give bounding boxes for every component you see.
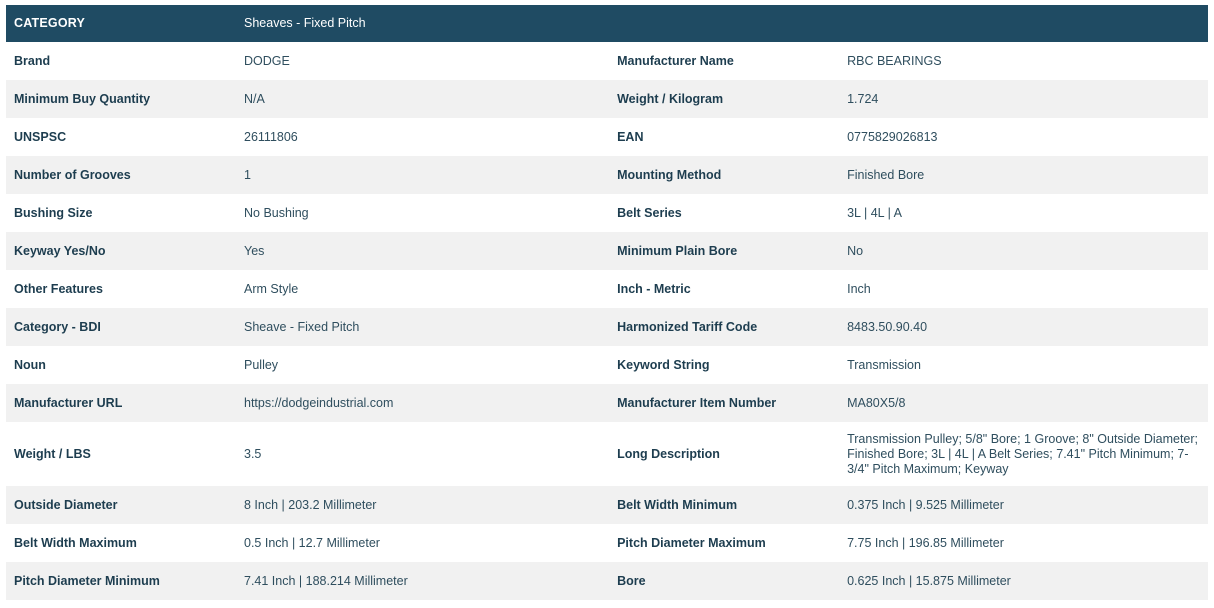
spec-label: Manufacturer Item Number (617, 395, 777, 410)
spec-label: EAN (617, 129, 644, 144)
spec-row: Belt Width Maximum 0.5 Inch | 12.7 Milli… (6, 524, 1208, 562)
spec-label: Belt Series (617, 205, 682, 220)
spec-row: Manufacturer URL https://dodgeindustrial… (6, 384, 1208, 422)
spec-label: Weight / LBS (14, 446, 91, 461)
spec-label: Long Description (617, 446, 720, 461)
spec-label: Keyword String (617, 357, 710, 372)
spec-label: Pitch Diameter Maximum (617, 535, 766, 550)
spec-label: Mounting Method (617, 167, 722, 182)
spec-row: Category - BDI Sheave - Fixed Pitch Harm… (6, 308, 1208, 346)
spec-value: 1.724 (847, 91, 879, 106)
spec-row: Other Features Arm Style Inch - Metric I… (6, 270, 1208, 308)
spec-value: Pulley (244, 357, 279, 372)
spec-label: Harmonized Tariff Code (617, 319, 758, 334)
spec-label: Belt Width Maximum (14, 535, 137, 550)
spec-label: Number of Grooves (14, 167, 131, 182)
spec-row: Outside Diameter 8 Inch | 203.2 Millimet… (6, 486, 1208, 524)
spec-value: 3.5 (244, 446, 262, 461)
spec-label: Bushing Size (14, 205, 93, 220)
spec-row: Bushing Size No Bushing Belt Series 3L |… (6, 194, 1208, 232)
spec-label: Category - BDI (14, 319, 101, 334)
spec-value: 26111806 (244, 129, 298, 144)
spec-row: Weight / LBS 3.5 Long Description Transm… (6, 422, 1208, 486)
spec-value: 0775829026813 (847, 129, 938, 144)
spec-label: Minimum Buy Quantity (14, 91, 151, 106)
spec-label: Pitch Diameter Minimum (14, 573, 160, 588)
spec-value: Arm Style (244, 281, 299, 296)
spec-value: 8 Inch | 203.2 Millimeter (244, 497, 377, 512)
spec-row: UNSPSC 26111806 EAN 0775829026813 (6, 118, 1208, 156)
spec-value: 7.41 Inch | 188.214 Millimeter (244, 573, 408, 588)
spec-label: Keyway Yes/No (14, 243, 106, 258)
category-header-value: Sheaves - Fixed Pitch (244, 16, 366, 30)
spec-label: Brand (14, 53, 51, 68)
spec-value: DODGE (244, 53, 290, 68)
spec-value: Yes (244, 243, 265, 258)
category-header-label: CATEGORY (14, 16, 86, 30)
spec-value: 7.75 Inch | 196.85 Millimeter (847, 535, 1004, 550)
spec-value: RBC BEARINGS (847, 53, 942, 68)
spec-label: Bore (617, 573, 646, 588)
spec-row: Keyway Yes/No Yes Minimum Plain Bore No (6, 232, 1208, 270)
spec-label: UNSPSC (14, 129, 67, 144)
spec-value: Finished Bore (847, 167, 925, 182)
category-header-row: CATEGORY Sheaves - Fixed Pitch (6, 5, 1208, 42)
spec-label: Manufacturer Name (617, 53, 734, 68)
spec-value: 3L | 4L | A (847, 205, 903, 220)
long-description-value: Transmission Pulley; 5/8" Bore; 1 Groove… (847, 431, 1199, 476)
spec-label: Inch - Metric (617, 281, 691, 296)
spec-row: Brand DODGE Manufacturer Name RBC BEARIN… (6, 42, 1208, 80)
spec-label: Outside Diameter (14, 497, 118, 512)
spec-label: Weight / Kilogram (617, 91, 724, 106)
spec-label: Noun (14, 357, 46, 372)
spec-value: N/A (244, 91, 265, 106)
spec-label: Other Features (14, 281, 103, 296)
spec-label: Belt Width Minimum (617, 497, 738, 512)
spec-value: Transmission (847, 357, 921, 372)
spec-value: MA80X5/8 (847, 395, 906, 410)
spec-value: No Bushing (244, 205, 309, 220)
spec-value: Inch (847, 281, 871, 296)
spec-value: 0.625 Inch | 15.875 Millimeter (847, 573, 1011, 588)
spec-row: Pitch Diameter Minimum 7.41 Inch | 188.2… (6, 562, 1208, 600)
spec-label: Manufacturer URL (14, 395, 123, 410)
spec-value: 0.5 Inch | 12.7 Millimeter (244, 535, 380, 550)
spec-value: No (847, 243, 864, 258)
spec-label: Minimum Plain Bore (617, 243, 738, 258)
spec-value: 8483.50.90.40 (847, 319, 928, 334)
product-specifications-table: CATEGORY Sheaves - Fixed Pitch Brand DOD… (6, 5, 1208, 600)
spec-value: Sheave - Fixed Pitch (244, 319, 360, 334)
spec-value: 0.375 Inch | 9.525 Millimeter (847, 497, 1004, 512)
spec-value: https://dodgeindustrial.com (244, 395, 394, 410)
spec-row: Number of Grooves 1 Mounting Method Fini… (6, 156, 1208, 194)
spec-value: 1 (244, 167, 251, 182)
spec-row: Minimum Buy Quantity N/A Weight / Kilogr… (6, 80, 1208, 118)
spec-row: Noun Pulley Keyword String Transmission (6, 346, 1208, 384)
